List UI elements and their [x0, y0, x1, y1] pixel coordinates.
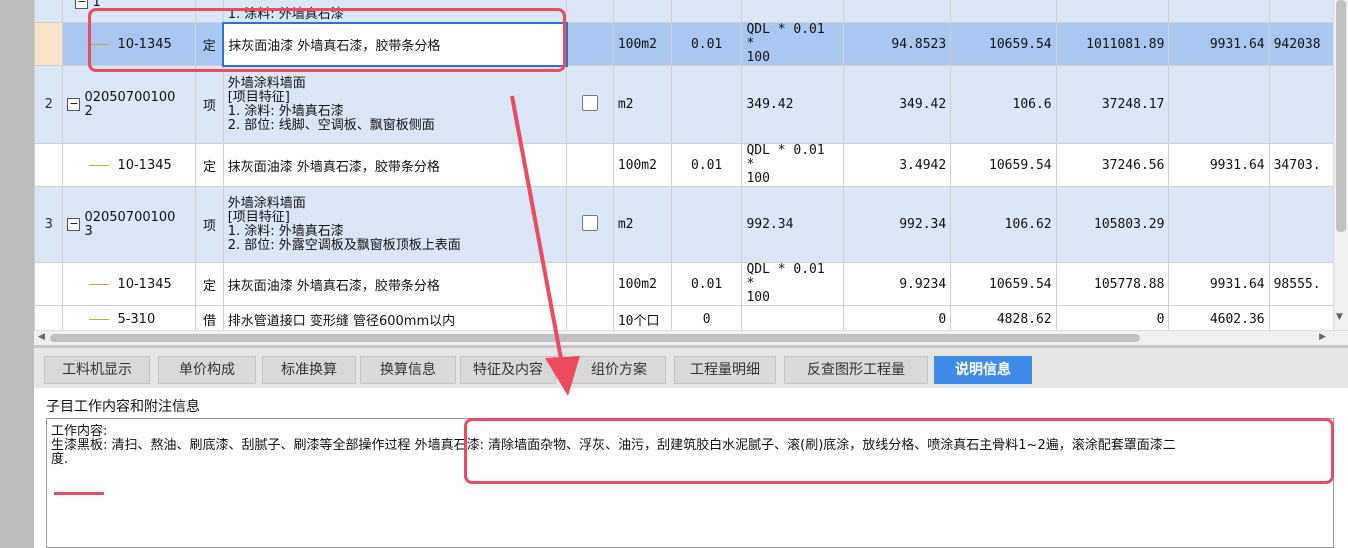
- bottom-tab-bar: 工料机显示 单价构成 标准换算 换算信息 特征及内容 组价方案 工程量明细 反查…: [34, 348, 1348, 388]
- scroll-right-icon[interactable]: ▶: [1319, 332, 1326, 342]
- checkbox[interactable]: [582, 94, 599, 111]
- table-row[interactable]: 10-1345 定 抹灰面油漆 外墙真石漆，胶带条分格 100m2 0.01 Q…: [34, 262, 1335, 306]
- collapse-icon[interactable]: −: [75, 0, 89, 9]
- highlight-box-row: [88, 8, 566, 72]
- panel-title: 子目工作内容和附注信息: [46, 399, 200, 415]
- highlight-box-text: [464, 418, 1334, 484]
- scroll-left-icon[interactable]: ◀: [38, 332, 45, 342]
- tab-description-info[interactable]: 说明信息: [934, 356, 1032, 384]
- left-panel-strip: [0, 0, 34, 548]
- vertical-scrollbar[interactable]: ▼: [1333, 0, 1348, 330]
- tab-reverse-check[interactable]: 反查图形工程量: [784, 356, 928, 384]
- scroll-down-icon[interactable]: ▼: [1336, 312, 1343, 322]
- collapse-icon[interactable]: −: [67, 218, 81, 231]
- checkbox[interactable]: [582, 214, 599, 231]
- tab-features[interactable]: 特征及内容: [460, 356, 556, 384]
- tab-unit-price[interactable]: 单价构成: [158, 356, 256, 384]
- scrollbar-thumb[interactable]: [1336, 0, 1346, 232]
- collapse-icon[interactable]: −: [67, 98, 81, 111]
- tab-pricing-plan[interactable]: 组价方案: [572, 356, 666, 384]
- table-row[interactable]: 3 −02050700100 3 项 外墙涂料墙面 [项目特征] 1. 涂料: 外…: [34, 186, 1335, 263]
- horizontal-scrollbar[interactable]: ◀ ▶: [34, 330, 1348, 345]
- table-row[interactable]: 2 −02050700100 2 项 外墙涂料墙面 [项目特征] 1. 涂料: 外…: [34, 65, 1335, 144]
- table-row[interactable]: 10-1345 定 抹灰面油漆 外墙真石漆，胶带条分格 100m2 0.01 Q…: [34, 143, 1335, 187]
- scrollbar-thumb[interactable]: [50, 334, 1140, 342]
- tab-quantity-detail[interactable]: 工程量明细: [674, 356, 776, 384]
- tab-standard-conversion[interactable]: 标准换算: [262, 356, 356, 384]
- tab-material-machine[interactable]: 工料机显示: [44, 356, 150, 384]
- highlight-underline: [54, 492, 104, 495]
- table-row[interactable]: 5-310 借 排水管道接口 变形缝 管径600mm以内 10个口 0 0 48…: [34, 305, 1335, 330]
- tab-conversion-info[interactable]: 换算信息: [360, 356, 456, 384]
